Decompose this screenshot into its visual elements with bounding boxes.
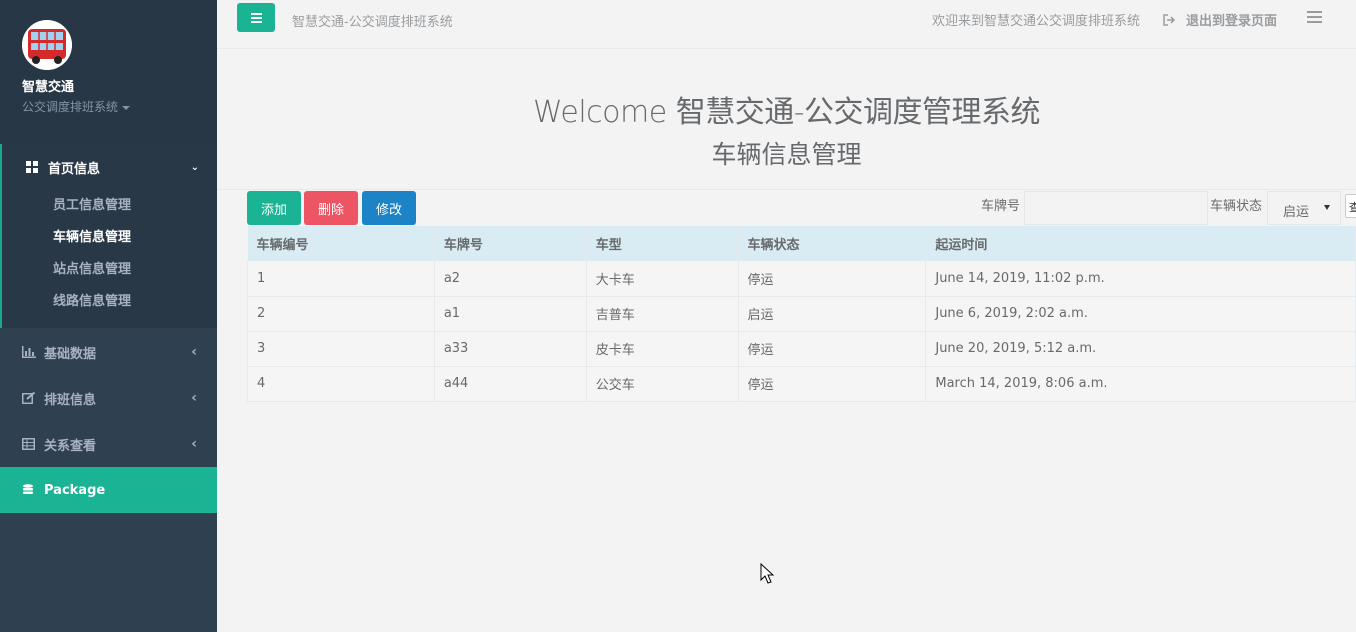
menu-line (1307, 21, 1322, 23)
avatar[interactable] (22, 20, 72, 70)
sidebar-item-staff[interactable]: 员工信息管理 (2, 190, 217, 222)
cell-time: June 14, 2019, 11:02 p.m. (925, 261, 1356, 297)
menu-toggle-button[interactable] (237, 3, 275, 32)
profile: 智慧交通 公交调度排班系统 (0, 0, 217, 144)
sidebar: 智慧交通 公交调度排班系统 首页信息 ⌄ 员工信息管理 车辆信息管理 站点信息管… (0, 0, 217, 632)
bus-icon (22, 20, 72, 70)
sidebar-item-stations[interactable]: 站点信息管理 (2, 254, 217, 286)
topbar: 智慧交通-公交调度排班系统 欢迎来到智慧交通公交调度排班系统 退出到登录页面 (217, 0, 1356, 49)
edit-button[interactable]: 修改 (362, 191, 416, 225)
page-subtitle: 车辆信息管理 (711, 140, 862, 169)
caret-down-icon (1324, 205, 1330, 210)
col-type[interactable]: 车型 (586, 226, 739, 261)
plate-input[interactable] (1024, 191, 1208, 225)
nav-home-label: 首页信息 (48, 161, 101, 177)
table-header-row: 车辆编号 车牌号 车型 车辆状态 起运时间 (247, 226, 1356, 261)
nav-basic-data[interactable]: 基础数据 ‹ (0, 329, 217, 375)
profile-subtitle: 公交调度排班系统 (22, 100, 119, 114)
cell-status: 停运 (738, 366, 927, 402)
sign-out-icon (1163, 13, 1176, 26)
col-plate[interactable]: 车牌号 (434, 226, 587, 261)
hamburger-icon (250, 12, 262, 15)
nav-relations[interactable]: 关系查看 ‹ (0, 421, 217, 467)
table-row[interactable]: 1 a2 大卡车 停运 June 14, 2019, 11:02 p.m. (247, 261, 1356, 297)
status-select-value: 启运 (1283, 205, 1310, 220)
logout-label: 退出到登录页面 (1186, 14, 1278, 29)
cell-type: 大卡车 (586, 261, 739, 297)
cell-id: 3 (247, 331, 435, 367)
cell-type: 公交车 (586, 366, 739, 402)
cell-plate: a44 (434, 366, 587, 402)
table-row[interactable]: 2 a1 吉普车 启运 June 6, 2019, 2:02 a.m. (247, 296, 1356, 332)
nav-package-label: Package (44, 482, 106, 498)
profile-name: 智慧交通 (22, 80, 75, 95)
cell-id: 4 (247, 366, 435, 402)
grid-icon (26, 161, 38, 173)
mouse-cursor-icon (760, 563, 775, 584)
table-icon (22, 438, 35, 450)
nav-schedule-label: 排班信息 (44, 392, 97, 408)
menu-line (1307, 11, 1322, 13)
sidebar-item-routes[interactable]: 线路信息管理 (2, 286, 217, 318)
cell-id: 1 (247, 261, 435, 297)
chevron-left-icon: ‹ (191, 344, 197, 360)
vehicle-table: 车辆编号 车牌号 车型 车辆状态 起运时间 1 a2 大卡车 停运 June 1… (247, 226, 1356, 402)
col-status[interactable]: 车辆状态 (738, 226, 927, 261)
profile-dropdown[interactable]: 公交调度排班系统 (22, 98, 217, 115)
cell-plate: a1 (434, 296, 587, 332)
cell-status: 停运 (738, 261, 927, 297)
bar-chart-icon (22, 346, 36, 358)
cell-plate: a33 (434, 331, 587, 367)
edit-icon (22, 392, 36, 404)
cell-type: 吉普车 (586, 296, 739, 332)
cell-type: 皮卡车 (586, 331, 739, 367)
cell-plate: a2 (434, 261, 587, 297)
table-row[interactable]: 4 a44 公交车 停运 March 14, 2019, 8:06 a.m. (247, 366, 1356, 402)
chevron-left-icon: ‹ (191, 390, 197, 406)
status-label: 车辆状态 (1210, 199, 1263, 214)
nav-basic-data-label: 基础数据 (44, 346, 97, 362)
nav-relations-label: 关系查看 (44, 438, 97, 454)
hamburger-line (250, 20, 262, 23)
page-title: Welcome 智慧交通-公交调度管理系统 (532, 95, 1041, 130)
chevron-left-icon: ‹ (191, 436, 197, 452)
caret-down-icon (122, 105, 131, 110)
cell-id: 2 (247, 296, 435, 332)
nav-schedule[interactable]: 排班信息 ‹ (0, 375, 217, 421)
app-title: 智慧交通-公交调度排班系统 (292, 15, 453, 30)
nav-package[interactable]: Package (0, 467, 217, 513)
welcome-text: 欢迎来到智慧交通公交调度排班系统 (932, 14, 1141, 29)
page-header: Welcome 智慧交通-公交调度管理系统 车辆信息管理 (217, 49, 1356, 190)
nav-home[interactable]: 首页信息 ⌄ (2, 144, 217, 190)
sidebar-item-vehicles[interactable]: 车辆信息管理 (2, 222, 217, 254)
chevron-down-icon: ⌄ (190, 161, 199, 173)
database-icon (23, 484, 33, 494)
nav-group-home: 首页信息 ⌄ 员工信息管理 车辆信息管理 站点信息管理 线路信息管理 (0, 144, 217, 328)
hamburger-line (250, 16, 262, 19)
cell-status: 停运 (738, 331, 927, 367)
delete-button[interactable]: 删除 (304, 191, 358, 225)
table-row[interactable]: 3 a33 皮卡车 停运 June 20, 2019, 5:12 a.m. (247, 331, 1356, 367)
cell-time: June 20, 2019, 5:12 a.m. (925, 331, 1356, 367)
status-select[interactable]: 启运 (1267, 191, 1341, 225)
add-button[interactable]: 添加 (247, 191, 301, 225)
logout-link[interactable]: 退出到登录页面 (1163, 10, 1277, 29)
cell-time: June 6, 2019, 2:02 a.m. (925, 296, 1356, 332)
col-vehicle-id[interactable]: 车辆编号 (247, 226, 435, 261)
right-sidebar-toggle-icon[interactable] (1307, 11, 1322, 23)
menu-line (1307, 16, 1322, 18)
plate-label: 车牌号 (981, 199, 1021, 214)
cell-time: March 14, 2019, 8:06 a.m. (925, 366, 1356, 402)
search-button[interactable]: 查 (1345, 194, 1356, 218)
cell-status: 启运 (738, 296, 927, 332)
col-start-time[interactable]: 起运时间 (925, 226, 1356, 261)
